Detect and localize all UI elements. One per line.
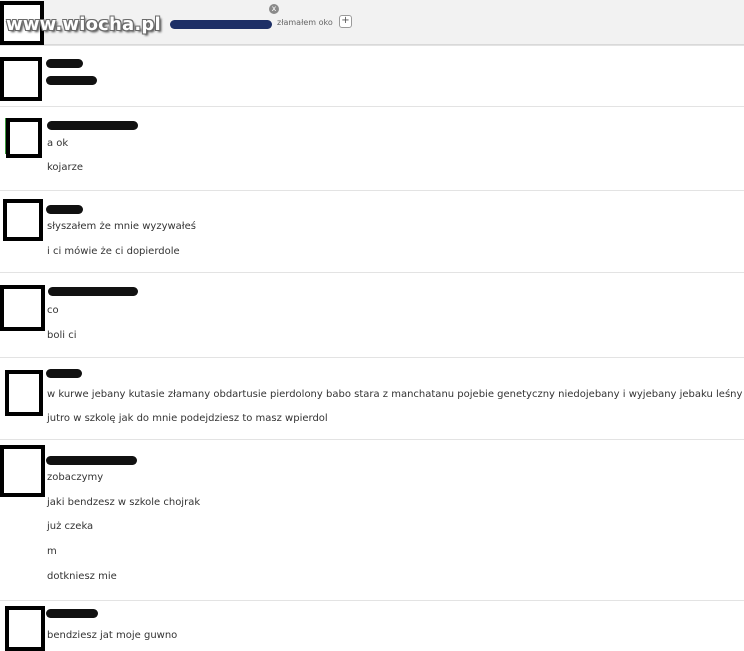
redaction-scribble <box>46 76 97 85</box>
message-line: m <box>47 546 57 557</box>
avatar <box>5 606 45 651</box>
message-line: bendziesz jat moje guwno <box>47 630 178 641</box>
message-line: jaki bendzesz w szkole chojrak <box>47 497 201 508</box>
redaction-scribble <box>46 456 137 465</box>
message-line: w kurwe jebany kutasie złamany obdartusi… <box>47 389 743 400</box>
message-line: i ci mówie że ci dopierdole <box>47 246 180 257</box>
redaction-scribble <box>48 287 138 296</box>
close-icon[interactable]: x <box>269 4 279 14</box>
watermark: www.wiocha.pl <box>6 14 161 35</box>
redaction-scribble <box>46 609 98 618</box>
row-separator <box>0 190 744 191</box>
row-separator <box>0 106 744 107</box>
plus-icon[interactable]: + <box>339 15 352 28</box>
message-line: dotkniesz mie <box>47 571 117 582</box>
redaction-scribble <box>46 59 83 68</box>
avatar <box>5 370 43 416</box>
message-line: kojarze <box>47 162 83 173</box>
row-separator <box>0 45 744 46</box>
avatar <box>0 445 45 497</box>
redaction-scribble <box>47 121 138 130</box>
status-text: złamałem oko <box>277 18 333 27</box>
message-line: boli ci <box>47 330 77 341</box>
avatar <box>3 199 43 241</box>
row-separator <box>0 272 744 273</box>
row-separator <box>0 357 744 358</box>
message-line: jutro w szkolę jak do mnie podejdziesz t… <box>47 413 328 424</box>
redaction-scribble <box>46 205 83 214</box>
row-separator <box>0 439 744 440</box>
message-line: słyszałem że mnie wyzywałeś <box>47 221 197 232</box>
message-line: zobaczymy <box>47 472 104 483</box>
redaction-scribble <box>46 369 82 378</box>
avatar <box>6 118 42 158</box>
redaction-scribble <box>170 20 272 29</box>
avatar <box>0 57 42 101</box>
message-line: co <box>47 305 59 316</box>
message-line: już czeka <box>47 521 94 532</box>
message-line: a ok <box>47 138 69 149</box>
avatar <box>0 285 45 331</box>
row-separator <box>0 600 744 601</box>
